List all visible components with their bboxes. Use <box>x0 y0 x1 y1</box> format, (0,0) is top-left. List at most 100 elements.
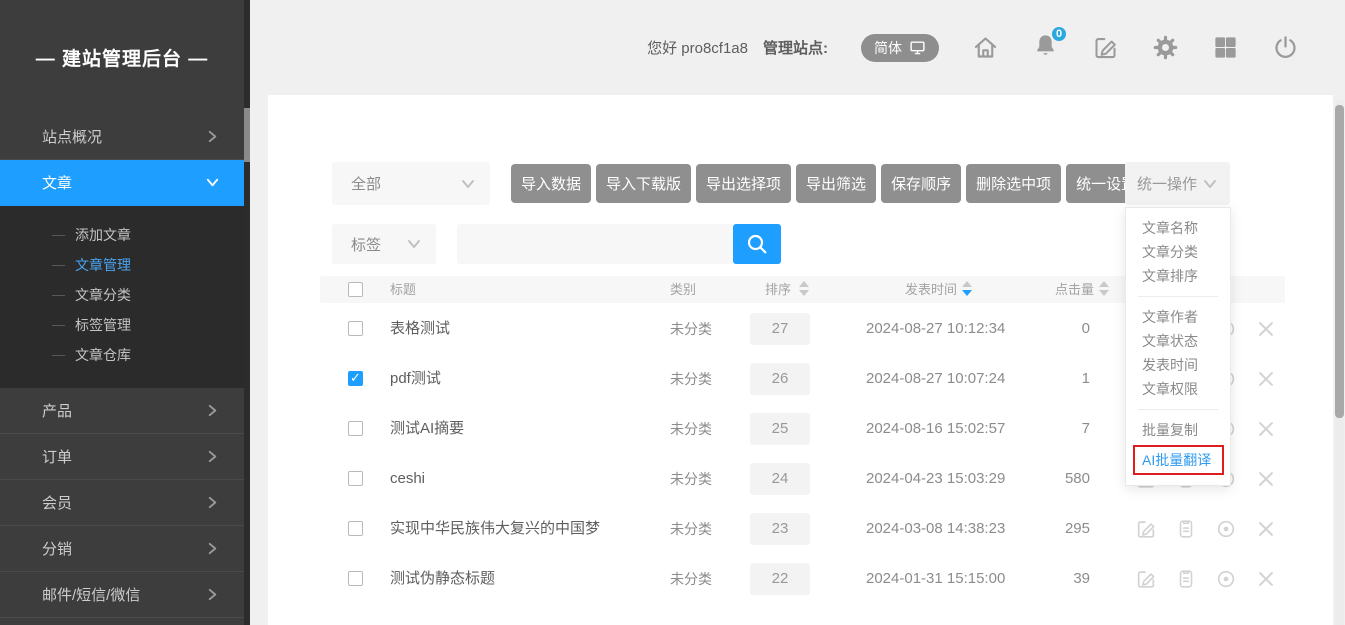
row-checkbox[interactable] <box>348 371 363 386</box>
language-pill-button[interactable]: 简体 <box>861 34 939 62</box>
submenu-item-article-warehouse[interactable]: 文章仓库 <box>0 340 244 370</box>
delete-selected-button[interactable]: 删除选中项 <box>966 164 1061 203</box>
menu-item-article-status[interactable]: 文章状态 <box>1126 329 1230 353</box>
search-button[interactable] <box>733 224 781 264</box>
chevron-right-icon <box>205 541 220 556</box>
article-publish-time: 2024-03-08 14:38:23 <box>866 504 1005 554</box>
table-row: 实现中华民族伟大复兴的中国梦 未分类 23 2024-03-08 14:38:2… <box>320 504 1285 554</box>
menu-item-article-category[interactable]: 文章分类 <box>1126 240 1230 264</box>
menu-item-article-name[interactable]: 文章名称 <box>1126 216 1230 240</box>
gear-icon[interactable] <box>1152 34 1179 61</box>
column-header-order[interactable]: 排序 <box>765 276 791 303</box>
manage-site-label: 管理站点: <box>763 37 828 58</box>
menu-item-article-permission[interactable]: 文章权限 <box>1126 377 1230 401</box>
delete-x-icon[interactable] <box>1255 418 1277 440</box>
menu-item-article-order[interactable]: 文章排序 <box>1126 264 1230 288</box>
article-order-field[interactable]: 24 <box>750 463 810 495</box>
copy-icon[interactable] <box>1175 518 1197 540</box>
sidebar-item-distribution[interactable]: 分销 <box>0 526 244 572</box>
sidebar-item-products[interactable]: 产品 <box>0 388 244 434</box>
row-checkbox[interactable] <box>348 571 363 586</box>
article-order-field[interactable]: 25 <box>750 413 810 445</box>
sidebar-item-label: 订单 <box>42 446 72 467</box>
menu-item-batch-copy[interactable]: 批量复制 <box>1126 418 1230 442</box>
article-category: 未分类 <box>670 354 712 404</box>
article-category: 未分类 <box>670 504 712 554</box>
column-header-clicks[interactable]: 点击量 <box>1055 276 1094 303</box>
article-title[interactable]: 测试AI摘要 <box>390 404 464 454</box>
menu-item-article-author[interactable]: 文章作者 <box>1126 305 1230 329</box>
apps-grid-icon[interactable] <box>1212 34 1239 61</box>
sidebar-item-site-overview[interactable]: 站点概况 <box>0 114 244 160</box>
category-filter-select[interactable]: 全部 <box>332 162 490 205</box>
chevron-down-icon <box>406 236 422 252</box>
edit-icon[interactable] <box>1135 518 1157 540</box>
notification-badge: 0 <box>1050 25 1068 43</box>
sort-arrows-publish-time[interactable] <box>962 281 972 296</box>
batch-operation-dropdown-button[interactable]: 统一操作 <box>1125 162 1230 205</box>
article-category: 未分类 <box>670 304 712 354</box>
articles-submenu: 添加文章 文章管理 文章分类 标签管理 文章仓库 <box>0 206 244 388</box>
save-order-button[interactable]: 保存顺序 <box>881 164 961 203</box>
home-icon[interactable] <box>972 34 999 61</box>
edit-icon[interactable] <box>1092 34 1119 61</box>
preview-eye-icon[interactable] <box>1215 568 1237 590</box>
notifications-button[interactable]: 0 <box>1032 32 1059 64</box>
submenu-item-tag-management[interactable]: 标签管理 <box>0 310 244 340</box>
page-scrollbar-thumb[interactable] <box>1335 105 1344 418</box>
article-title[interactable]: pdf测试 <box>390 354 441 404</box>
copy-icon[interactable] <box>1175 568 1197 590</box>
row-checkbox[interactable] <box>348 471 363 486</box>
row-checkbox[interactable] <box>348 421 363 436</box>
menu-item-publish-time[interactable]: 发表时间 <box>1126 353 1230 377</box>
article-order-field[interactable]: 23 <box>750 513 810 545</box>
batch-operation-menu: 文章名称 文章分类 文章排序 文章作者 文章状态 发表时间 文章权限 批量复制 … <box>1125 207 1231 486</box>
import-data-button[interactable]: 导入数据 <box>511 164 591 203</box>
import-download-button[interactable]: 导入下载版 <box>596 164 691 203</box>
article-title[interactable]: 表格测试 <box>390 304 450 354</box>
sidebar-item-mail-sms-wechat[interactable]: 邮件/短信/微信 <box>0 572 244 618</box>
select-all-checkbox[interactable] <box>348 282 363 297</box>
export-selected-button[interactable]: 导出选择项 <box>696 164 791 203</box>
menu-item-ai-batch-translate[interactable]: AI批量翻译 <box>1133 445 1224 475</box>
power-icon[interactable] <box>1272 34 1299 61</box>
article-order-field[interactable]: 27 <box>750 313 810 345</box>
sort-arrows-order[interactable] <box>799 281 809 296</box>
submenu-item-add-article[interactable]: 添加文章 <box>0 220 244 250</box>
article-order-field[interactable]: 22 <box>750 563 810 595</box>
article-title[interactable]: 实现中华民族伟大复兴的中国梦 <box>390 504 600 554</box>
article-order-field[interactable]: 26 <box>750 363 810 395</box>
search-input[interactable] <box>457 224 733 264</box>
sidebar-item-label: 产品 <box>42 400 72 421</box>
delete-x-icon[interactable] <box>1255 468 1277 490</box>
preview-eye-icon[interactable] <box>1215 518 1237 540</box>
sidebar-scrollbar-thumb[interactable] <box>244 108 250 162</box>
search-icon <box>745 232 769 256</box>
article-publish-time: 2024-04-23 15:03:29 <box>866 454 1005 504</box>
sidebar-item-label: 邮件/短信/微信 <box>42 584 140 605</box>
delete-x-icon[interactable] <box>1255 568 1277 590</box>
column-header-publish-time[interactable]: 发表时间 <box>905 276 957 303</box>
export-filtered-button[interactable]: 导出筛选 <box>796 164 876 203</box>
tag-filter-select[interactable]: 标签 <box>332 224 436 264</box>
delete-x-icon[interactable] <box>1255 318 1277 340</box>
sidebar-scrollbar-track <box>244 0 250 625</box>
sidebar-item-members[interactable]: 会员 <box>0 480 244 526</box>
row-checkbox[interactable] <box>348 321 363 336</box>
submenu-item-article-management[interactable]: 文章管理 <box>0 250 244 280</box>
sidebar-item-articles[interactable]: 文章 <box>0 160 244 206</box>
sidebar-item-label: 文章 <box>42 172 72 193</box>
chevron-right-icon <box>205 495 220 510</box>
delete-x-icon[interactable] <box>1255 368 1277 390</box>
article-title[interactable]: 测试伪静态标题 <box>390 554 495 604</box>
submenu-item-article-categories[interactable]: 文章分类 <box>0 280 244 310</box>
row-checkbox[interactable] <box>348 521 363 536</box>
edit-icon[interactable] <box>1135 568 1157 590</box>
delete-x-icon[interactable] <box>1255 518 1277 540</box>
menu-divider <box>1138 409 1218 410</box>
sort-arrows-clicks[interactable] <box>1099 281 1109 296</box>
article-category: 未分类 <box>670 404 712 454</box>
sidebar-item-orders[interactable]: 订单 <box>0 434 244 480</box>
article-clicks: 0 <box>1010 304 1090 354</box>
article-title[interactable]: ceshi <box>390 454 425 504</box>
